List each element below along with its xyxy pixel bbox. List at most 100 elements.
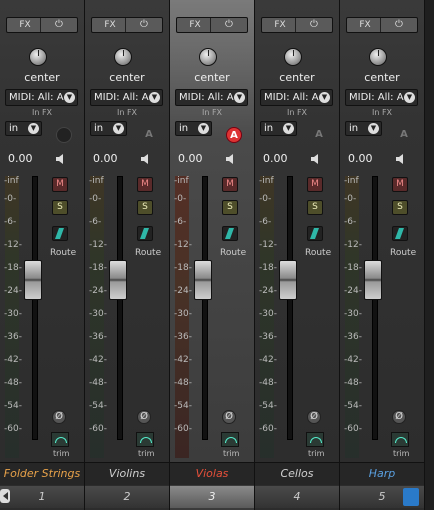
track-name[interactable]: Harp [340,462,424,485]
track-number[interactable]: 1 [0,486,84,508]
input-select[interactable]: in ▼ [5,121,42,136]
dropdown-icon[interactable]: ▼ [113,123,124,134]
pan-knob[interactable] [29,48,47,66]
meter-tick-label: -18- [89,263,107,273]
route-icon[interactable] [307,226,323,241]
scroll-left-button[interactable] [0,489,10,503]
meter-tick-label: -42- [344,355,362,365]
phase-icon[interactable]: Ø [137,410,151,424]
dropdown-icon[interactable]: ▼ [64,92,75,103]
fx-button[interactable]: FX ⏻ [261,17,333,33]
speaker-icon[interactable] [140,152,154,166]
input-select[interactable]: in ▼ [260,121,297,136]
solo-button[interactable]: S [222,200,238,215]
phase-icon[interactable]: Ø [52,410,66,424]
speaker-icon[interactable] [225,152,239,166]
solo-button[interactable]: S [307,200,323,215]
track-name[interactable]: Folder Strings [0,462,84,485]
volume-fader[interactable] [364,260,382,301]
fader-track [202,176,208,440]
dropdown-icon[interactable]: ▼ [28,123,39,134]
pan-knob[interactable] [114,48,132,66]
phase-icon[interactable]: Ø [392,410,406,424]
fx-button[interactable]: FX ⏻ [176,17,248,33]
power-icon[interactable]: ⏻ [40,18,77,32]
route-icon[interactable] [52,226,68,241]
power-icon[interactable]: ⏻ [380,18,417,32]
record-arm-button[interactable]: A [226,127,242,143]
meter-tick-label: -36- [4,332,22,342]
dropdown-icon[interactable]: ▼ [319,92,330,103]
volume-fader[interactable] [109,260,127,301]
mute-button[interactable]: M [392,177,408,192]
phase-icon[interactable]: Ø [222,410,236,424]
fx-button[interactable]: FX ⏻ [346,17,418,33]
dropdown-icon[interactable]: ▼ [368,123,379,134]
speaker-icon[interactable] [310,152,324,166]
midi-input-select[interactable]: MIDI: All: A ▼ [175,89,248,106]
volume-fader[interactable] [24,260,42,301]
midi-input-select[interactable]: MIDI: All: A ▼ [5,89,78,106]
trim-icon[interactable] [391,432,409,447]
track-name[interactable]: Violas [170,462,254,485]
meter-tick-label: -18- [4,263,22,273]
input-select[interactable]: in ▼ [345,121,382,136]
meter-tick-label: -18- [174,263,192,273]
solo-button[interactable]: S [392,200,408,215]
track-number[interactable]: 3 [170,486,254,508]
mute-button[interactable]: M [307,177,323,192]
input-value: in [9,123,19,134]
pan-label: center [24,71,60,84]
track-name[interactable]: Violins [85,462,169,485]
pan-knob[interactable] [284,48,302,66]
record-arm-button[interactable]: A [141,127,157,143]
midi-input-select[interactable]: MIDI: All: A ▼ [345,89,418,106]
meter-tick-label: -6- [4,217,17,227]
trim-icon[interactable] [51,432,69,447]
mute-button[interactable]: M [222,177,238,192]
solo-button[interactable]: S [52,200,68,215]
input-select[interactable]: in ▼ [90,121,127,136]
phase-icon[interactable]: Ø [307,410,321,424]
record-arm-button[interactable]: A [396,127,412,143]
record-arm-button[interactable]: A [311,127,327,143]
route-icon[interactable] [392,226,408,241]
speaker-icon[interactable] [395,152,409,166]
track-number[interactable]: 2 [85,486,169,508]
mute-button[interactable]: M [137,177,153,192]
pan-knob[interactable] [199,48,217,66]
meter-tick-label: -0- [4,194,17,204]
power-icon[interactable]: ⏻ [210,18,247,32]
record-arm-button[interactable] [56,127,72,143]
channel-strip: FX ⏻ center MIDI: All: A ▼ In FX in ▼ A … [85,0,170,510]
trim-label: trim [223,449,240,458]
route-icon[interactable] [222,226,238,241]
speaker-icon[interactable] [55,152,69,166]
route-icon[interactable] [137,226,153,241]
dropdown-icon[interactable]: ▼ [283,123,294,134]
solo-button[interactable]: S [137,200,153,215]
dropdown-icon[interactable]: ▼ [234,92,245,103]
volume-fader[interactable] [194,260,212,301]
fx-button[interactable]: FX ⏻ [91,17,163,33]
pan-knob[interactable] [369,48,387,66]
mute-button[interactable]: M [52,177,68,192]
dropdown-icon[interactable]: ▼ [198,123,209,134]
fx-button[interactable]: FX ⏻ [6,17,78,33]
route-label: Route [305,248,332,258]
track-name[interactable]: Cellos [255,462,339,485]
trim-icon[interactable] [306,432,324,447]
trim-icon[interactable] [136,432,154,447]
midi-input-select[interactable]: MIDI: All: A ▼ [90,89,163,106]
dropdown-icon[interactable]: ▼ [149,92,160,103]
power-icon[interactable]: ⏻ [295,18,332,32]
track-number[interactable]: 4 [255,486,339,508]
midi-input-select[interactable]: MIDI: All: A ▼ [260,89,333,106]
power-icon[interactable]: ⏻ [125,18,162,32]
input-select[interactable]: in ▼ [175,121,212,136]
dropdown-icon[interactable]: ▼ [404,92,415,103]
pan-label: center [364,71,400,84]
trim-icon[interactable] [221,432,239,447]
scroll-end-button[interactable] [403,488,419,506]
volume-fader[interactable] [279,260,297,301]
